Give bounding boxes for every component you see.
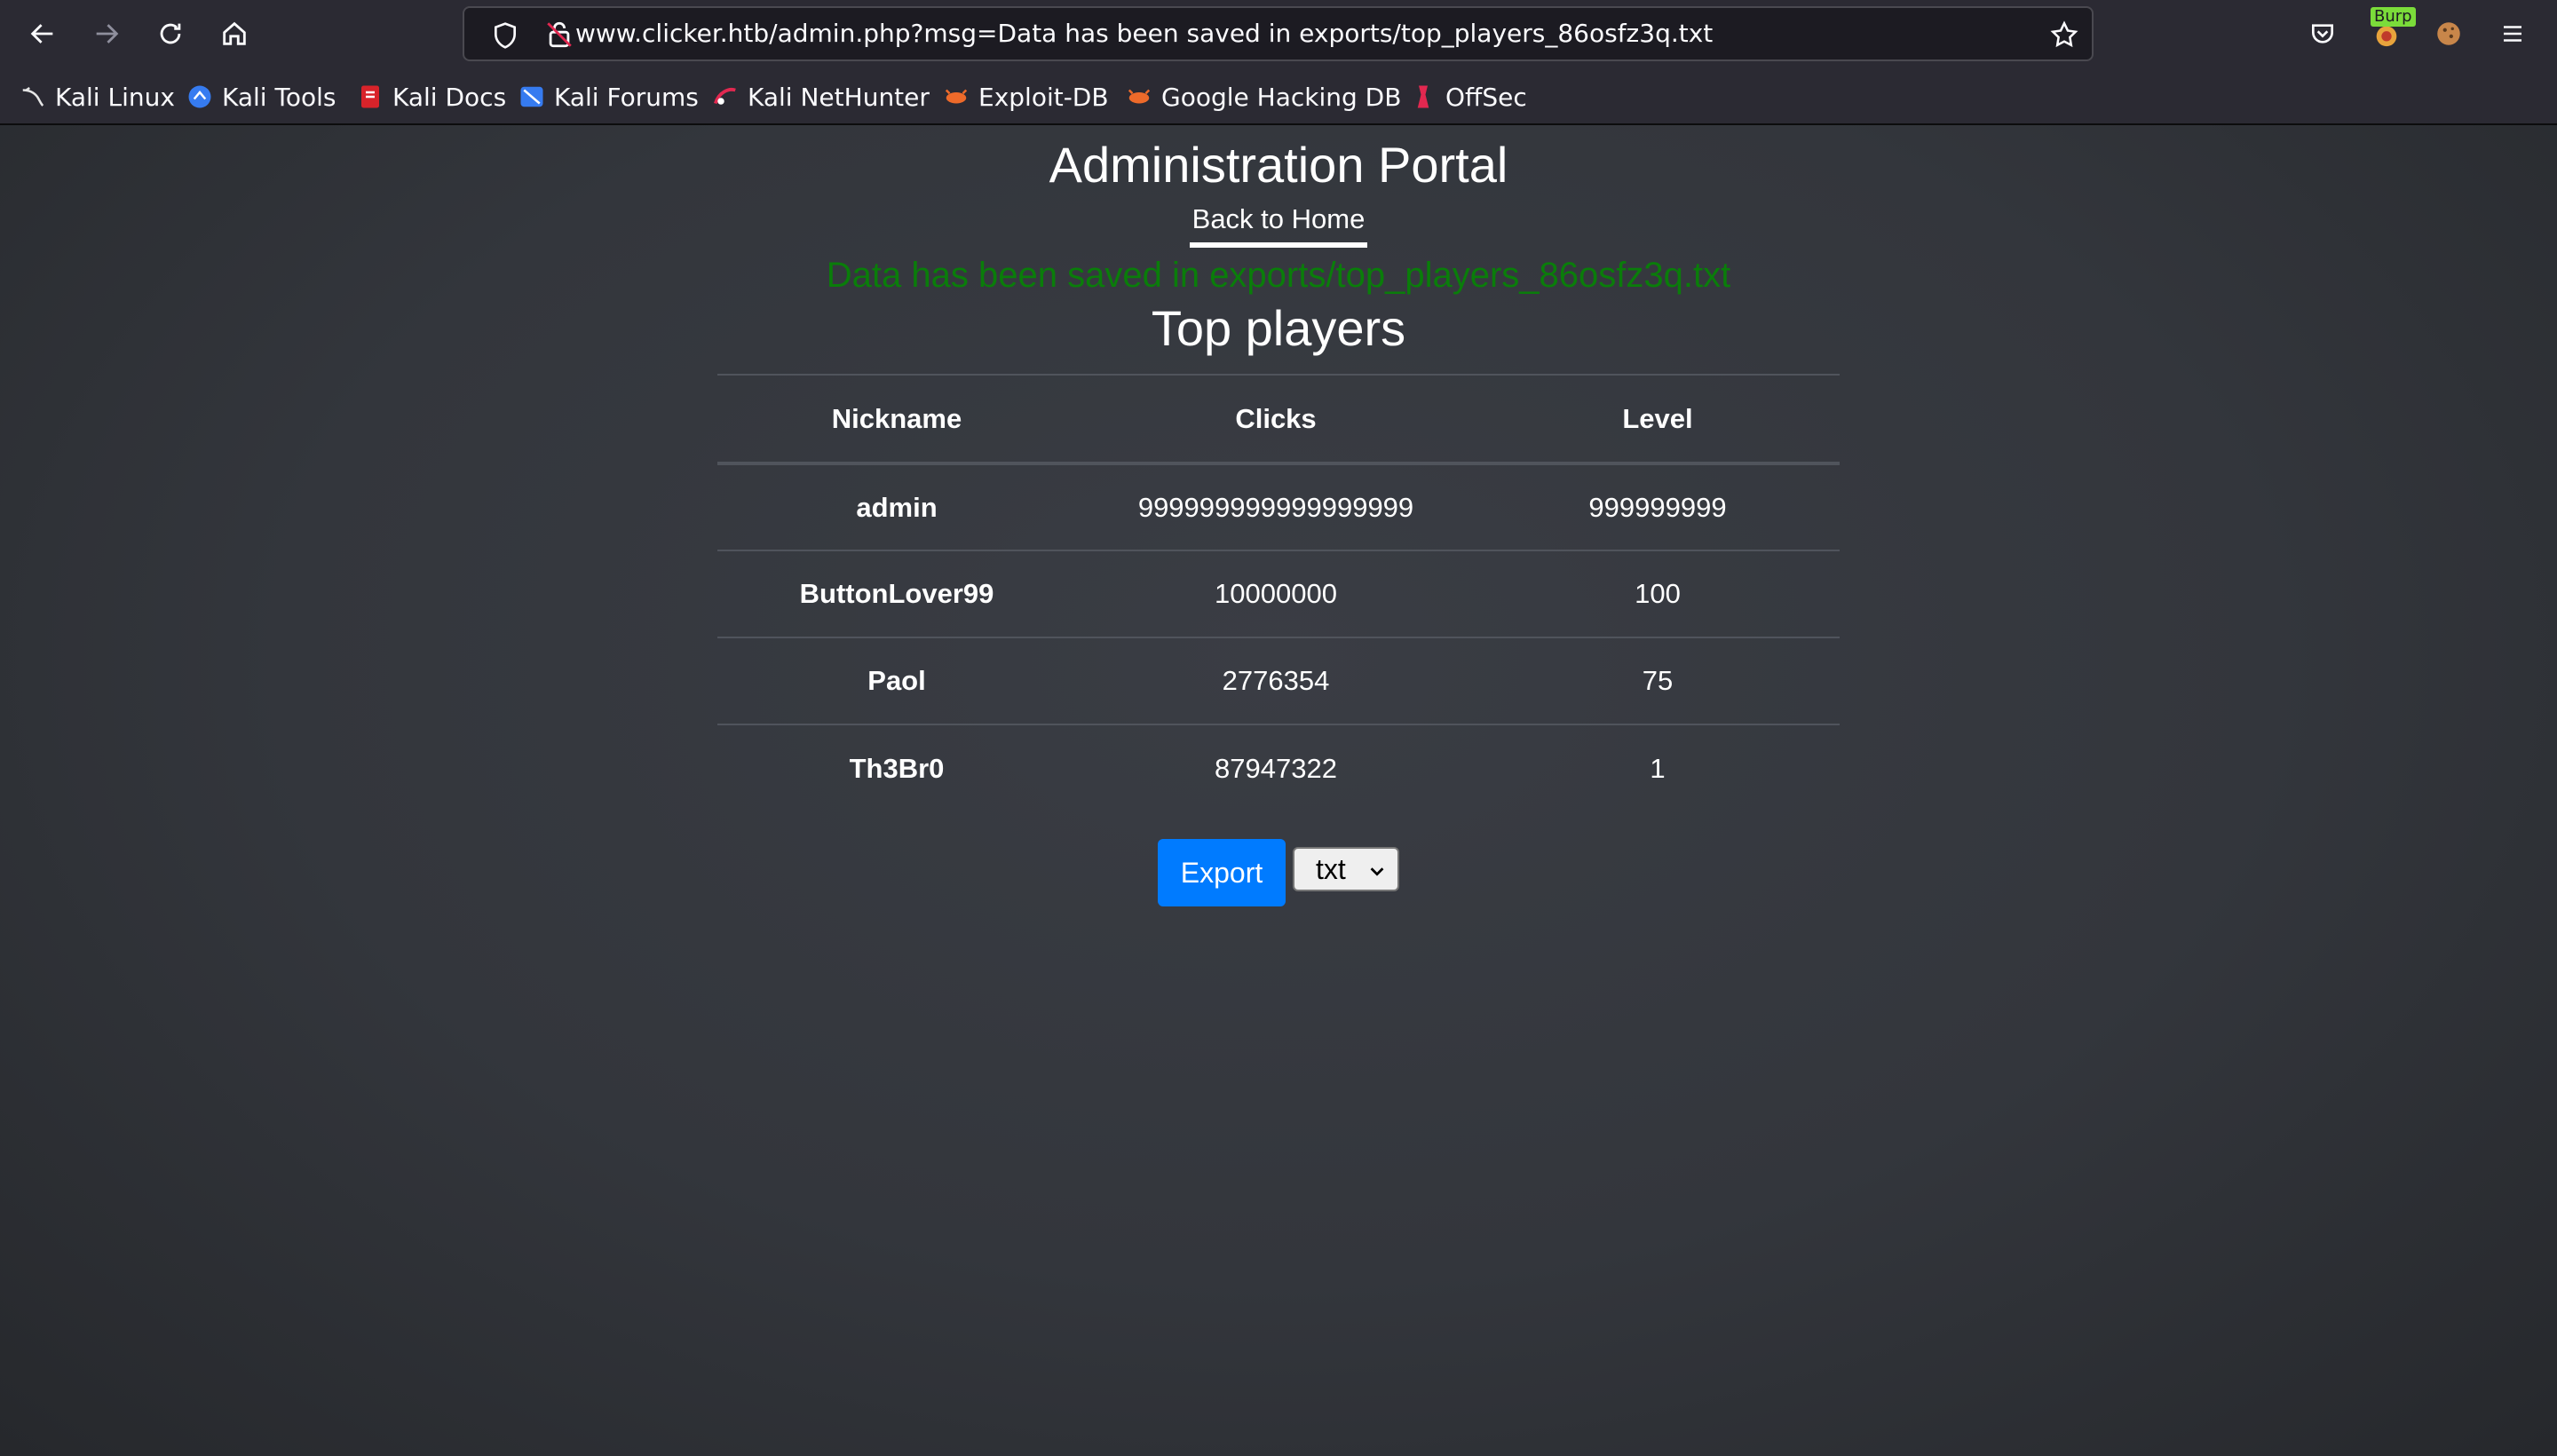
home-icon [223,21,246,45]
export-button[interactable]: Export [1158,839,1286,906]
burp-badge: Burp [2371,7,2416,27]
cell-clicks: 10000000 [1076,550,1476,637]
column-header-nickname: Nickname [717,374,1076,465]
export-format-select[interactable]: txt [1293,847,1399,891]
home-button[interactable] [215,14,254,53]
bookmark-exploit-db[interactable]: Exploit-DB [943,79,1109,115]
cell-nickname: ButtonLover99 [717,550,1076,637]
cell-nickname: Th3Br0 [717,724,1076,811]
bookmarks-bar: Kali Linux Kali Tools Kali Docs Kali For… [0,68,2557,125]
bookmark-offsec[interactable]: OffSec [1410,79,1527,115]
table-row: admin 999999999999999999 999999999 [717,463,1840,550]
pocket-button[interactable] [2307,18,2339,50]
kali-dragon-icon [22,86,44,107]
column-header-clicks: Clicks [1076,374,1476,465]
bookmark-kali-nethunter[interactable]: Kali NetHunter [712,79,930,115]
bookmark-star-icon[interactable] [2049,20,2079,50]
table-row: Paol 2776354 75 [717,637,1840,724]
bookmark-kali-tools[interactable]: Kali Tools [186,79,336,115]
shield-icon[interactable] [491,21,519,50]
kali-forums-icon [520,86,543,107]
cell-clicks: 87947322 [1076,724,1476,811]
table-header-row: Nickname Clicks Level [717,374,1840,465]
cell-clicks: 999999999999999999 [1076,463,1476,550]
back-to-home-link[interactable]: Back to Home [1190,203,1367,248]
cell-nickname: admin [717,463,1076,550]
status-message: Data has been saved in exports/top_playe… [826,256,1731,295]
export-format-value: txt [1316,852,1346,885]
chevron-down-icon [1370,867,1384,876]
table-row: Th3Br0 87947322 1 [717,724,1840,811]
page-title: Administration Portal [1049,137,1508,193]
bookmark-google-hacking-db[interactable]: Google Hacking DB [1126,79,1401,115]
section-title: Top players [1151,300,1406,356]
reload-button[interactable] [151,14,190,53]
cell-level: 100 [1476,550,1840,637]
cell-level: 999999999 [1476,463,1840,550]
bookmark-kali-forums[interactable]: Kali Forums [519,79,699,115]
cell-level: 1 [1476,724,1840,811]
exploit-db-icon [945,89,968,104]
menu-button[interactable] [2497,18,2529,50]
cell-clicks: 2776354 [1076,637,1476,724]
column-header-level: Level [1476,374,1840,465]
nethunter-icon [713,88,736,105]
players-table: Nickname Clicks Level admin 999999999999… [717,374,1840,811]
cookie-icon [2437,22,2460,45]
kali-tools-icon [188,85,211,108]
back-button[interactable] [23,14,62,53]
kali-docs-icon [361,85,379,108]
offsec-icon [1417,85,1429,108]
hamburger-menu-icon [2504,26,2521,42]
arrow-left-icon [30,24,53,44]
cookie-extension-button[interactable] [2433,18,2465,50]
ghdb-icon [1128,89,1151,104]
insecure-lock-icon[interactable] [544,20,574,50]
page-content: Administration Portal Back to Home Data … [0,125,2557,1456]
url-bar[interactable]: www.clicker.htb/admin.php?msg=Data has b… [463,6,2094,61]
table-row: ButtonLover99 10000000 100 [717,550,1840,637]
arrow-right-icon [96,24,119,44]
bookmark-kali-docs[interactable]: Kali Docs [357,79,506,115]
cell-nickname: Paol [717,637,1076,724]
url-text[interactable]: www.clicker.htb/admin.php?msg=Data has b… [575,8,1713,59]
pocket-icon [2312,24,2333,44]
cell-level: 75 [1476,637,1840,724]
forward-button[interactable] [87,14,126,53]
bookmark-kali-linux[interactable]: Kali Linux [20,79,175,115]
browser-toolbar: www.clicker.htb/admin.php?msg=Data has b… [0,0,2557,68]
reload-icon [160,23,181,44]
